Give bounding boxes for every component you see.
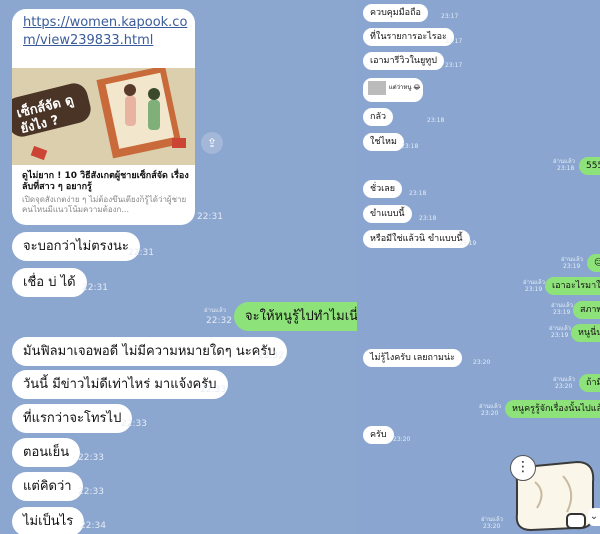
message-bubble: ควบคุมมือถือ <box>363 4 428 22</box>
my-message-bubble: 😑 <box>587 254 600 272</box>
message-time: 22:34 <box>80 521 106 531</box>
scroll-down-icon[interactable]: ⌄ <box>588 508 600 526</box>
article-thumbnail: เซ็กส์จัด ดูยังไง ? <box>12 68 195 165</box>
my-message-bubble: หนูนี่นะ <box>571 324 600 342</box>
message-time: 23:17 <box>445 62 463 69</box>
image-caption: แต่ว่าหนู 😂 <box>388 84 421 91</box>
more-options-icon[interactable]: ⋮ <box>510 455 536 481</box>
message-time: 22:31 <box>82 283 108 293</box>
message-bubble: หรือมีใช่แล้วนิ ขำแบบนี้ <box>363 230 470 248</box>
message-time: 23:18 <box>401 143 419 150</box>
message-bubble: ใช่ไหม <box>363 133 404 151</box>
my-message-bubble: สภาพ <box>573 301 600 319</box>
card-title: ดูไม่ยาก ! 10 วิธีสังเกตผู้ชายเซ็กส์จัด … <box>22 171 189 192</box>
message-time: 22:33 <box>78 487 104 497</box>
share-icon[interactable]: ⇪ <box>201 132 223 154</box>
message-time: 23:17 <box>441 13 459 20</box>
message-bubble: ที่แรกว่าจะโทรไป <box>12 404 133 433</box>
my-message-bubble: เอาอะไรมาใช้ <box>545 277 600 295</box>
message-bubble: ที่ในรายการอะไรอะ <box>363 28 454 46</box>
message-time: 22:33 <box>78 453 104 463</box>
message-bubble: ขำแบบนี้ <box>363 205 412 223</box>
message-time: 23:20 <box>481 410 499 417</box>
message-bubble: เอามารีวิวในยูทูป <box>363 52 444 70</box>
message-time: 22:32 <box>206 316 232 326</box>
message-bubble: ครับ <box>363 426 394 444</box>
link-preview-card[interactable]: https://women.kapook.com/view239833.html… <box>12 9 195 225</box>
message-bubble: กลัว <box>363 108 394 126</box>
message-bubble: ชั่วเลย <box>363 180 403 198</box>
message-time: 23:19 <box>553 309 571 316</box>
message-time: 22:32 <box>258 351 284 361</box>
message-time: 23:18 <box>409 190 427 197</box>
card-time: 22:31 <box>197 212 223 222</box>
message-bubble: วันนี้ มีข่าวไม่ดีเท่าไหร่ มาแจ้งครับ <box>12 370 228 399</box>
link-url[interactable]: https://women.kapook.com/view239833.html <box>23 14 188 50</box>
message-time: 22:33 <box>200 385 226 395</box>
message-bubble: เชื่อ บ่ ได้ <box>12 268 87 297</box>
message-time: 23:17 <box>445 38 463 45</box>
my-message-bubble: ถ้ามี <box>579 374 600 392</box>
message-time: 22:33 <box>121 419 147 429</box>
message-time: 23:20 <box>393 436 411 443</box>
message-time: 23:19 <box>551 332 569 339</box>
right-chat-pane: ควบคุมมือถือ 23:17 ที่ในรายการอะไรอะ 23:… <box>357 0 600 534</box>
message-bubble: มันฟิลมาเจอพอดี ไม่มีความหมายใดๆ นะครับ <box>12 337 287 366</box>
message-bubble: ไม่รู้ไงครับ เลยถามน่ะ <box>363 349 462 367</box>
image-placeholder <box>368 81 386 95</box>
message-time: 23:20 <box>473 359 491 366</box>
message-time: 23:20 <box>483 523 501 530</box>
my-message-bubble: หนูครูรู้จักเรื่องนั้นไปแล้วค่ะ <box>505 400 600 418</box>
image-message[interactable]: แต่ว่าหนู 😂 <box>363 78 423 102</box>
read-receipt: อ่านแล้ว <box>204 307 226 314</box>
message-time: 22:31 <box>128 248 154 258</box>
message-bubble: แต่คิดว่า <box>12 472 83 501</box>
my-message-bubble: 555 <box>579 157 600 175</box>
my-message-bubble: จะให้หนูรู้ไปทำไมเนี่ย <box>234 302 377 331</box>
message-time: 23:19 <box>563 263 581 270</box>
message-time: 23:18 <box>419 215 437 222</box>
message-time: 23:18 <box>557 165 575 172</box>
message-time: 23:19 <box>525 286 543 293</box>
message-time: 23:20 <box>555 383 573 390</box>
card-description: เปิดจุดสังเกตง่าย ๆ ไม่ต้องขึ้นเตียงก็รู… <box>22 195 187 214</box>
message-time: 23:19 <box>459 240 477 247</box>
message-time: 23:18 <box>427 117 445 124</box>
message-bubble: ตอนเย็น <box>12 438 81 467</box>
message-bubble: ไม่เป็นไร <box>12 507 85 534</box>
message-bubble: จะบอกว่าไม่ตรงนะ <box>12 232 140 261</box>
